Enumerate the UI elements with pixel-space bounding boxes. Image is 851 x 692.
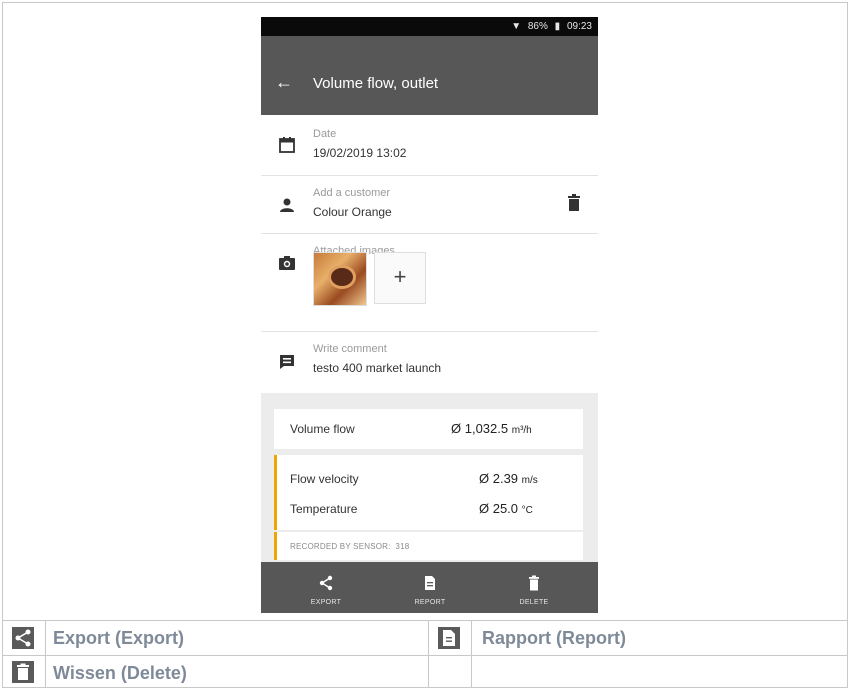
clock: 09:23	[566, 21, 592, 32]
volume-flow-card: Volume flow Ø 1,032.5 m³/h	[274, 409, 583, 449]
report-label: REPORT	[414, 599, 446, 606]
legend-report: Rapport (Report)	[482, 628, 626, 648]
export-button[interactable]: EXPORT	[286, 562, 366, 613]
export-label: EXPORT	[310, 599, 342, 606]
details-card: Date 19/02/2019 13:02 Add a customer Col…	[261, 115, 598, 393]
date-row[interactable]: Date 19/02/2019 13:02	[261, 115, 598, 176]
attached-image-thumbnail[interactable]	[313, 252, 367, 306]
delete-label: DELETE	[519, 599, 549, 606]
sensor-info: RECORDED BY SENSOR: 318	[290, 542, 410, 551]
app-bar: ← Volume flow, outlet	[261, 36, 598, 115]
flow-velocity-card: Flow velocity Ø 2.39 m/s Temperature Ø 2…	[274, 455, 583, 530]
delete-button[interactable]: DELETE	[494, 562, 574, 613]
bottom-action-bar: EXPORT REPORT DELETE	[261, 562, 598, 613]
flow-velocity-value: Ø 2.39 m/s	[479, 471, 538, 486]
camera-icon	[279, 256, 295, 270]
volume-flow-label: Volume flow	[290, 422, 355, 436]
customer-label: Add a customer	[313, 187, 391, 199]
person-icon	[280, 198, 294, 212]
add-image-button[interactable]: +	[374, 252, 426, 304]
table-divider	[45, 620, 46, 688]
trash-icon[interactable]	[567, 194, 581, 212]
sensor-card: RECORDED BY SENSOR: 318	[274, 532, 583, 560]
page-title: Volume flow, outlet	[313, 75, 439, 92]
temperature-value: Ø 25.0 °C	[479, 501, 533, 516]
volume-flow-value: Ø 1,032.5 m³/h	[451, 421, 532, 436]
date-value: 19/02/2019 13:02	[313, 146, 407, 160]
table-divider	[428, 620, 429, 688]
comment-label: Write comment	[313, 343, 387, 355]
comment-value: testo 400 market launch	[313, 361, 442, 375]
battery-level: 86%	[527, 21, 548, 32]
wifi-icon: ▼	[511, 21, 522, 32]
share-icon	[12, 627, 34, 649]
temperature-label: Temperature	[290, 502, 358, 516]
battery-icon: ▮	[554, 21, 561, 32]
share-icon	[319, 575, 333, 591]
sensor-accent-bar	[274, 532, 277, 560]
customer-value: Colour Orange	[313, 205, 392, 219]
trash-icon	[529, 575, 539, 591]
customer-row[interactable]: Add a customer Colour Orange	[261, 175, 598, 234]
report-button[interactable]: REPORT	[390, 562, 470, 613]
flow-velocity-label: Flow velocity	[290, 472, 359, 486]
table-divider	[471, 620, 472, 688]
trash-icon	[12, 661, 34, 683]
date-label: Date	[313, 128, 337, 140]
back-arrow-icon[interactable]: ←	[275, 73, 293, 91]
sensor-accent-bar	[274, 455, 277, 530]
document-icon	[438, 627, 460, 649]
phone-screen: ▼ 86% ▮ 09:23 ← Volume flow, outlet Date…	[261, 17, 598, 613]
comment-icon	[280, 355, 294, 369]
document-icon	[425, 576, 435, 590]
table-divider	[2, 655, 848, 656]
comment-row[interactable]: Write comment testo 400 market launch	[261, 331, 598, 393]
table-divider	[2, 620, 848, 621]
legend-export: Export (Export)	[53, 628, 185, 648]
status-bar: ▼ 86% ▮ 09:23	[261, 17, 598, 36]
legend-delete: Wissen (Delete)	[53, 663, 187, 683]
calendar-icon	[279, 137, 295, 153]
images-row: Attached images	[261, 233, 598, 332]
